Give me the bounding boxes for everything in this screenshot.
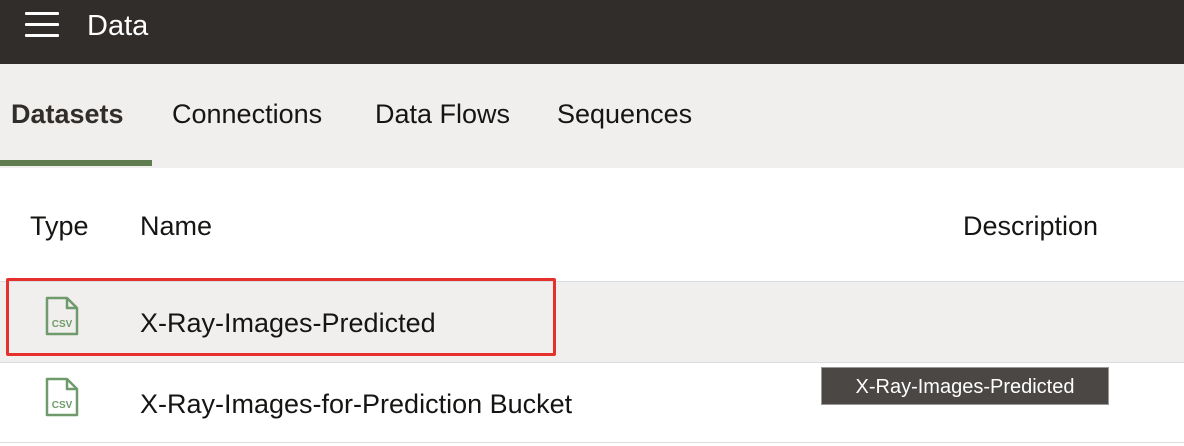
app-header: Data (0, 0, 1184, 64)
column-header-description[interactable]: Description (963, 208, 1098, 244)
tab-connections[interactable]: Connections (172, 64, 322, 168)
csv-file-icon: CSV (45, 296, 79, 336)
tooltip: X-Ray-Images-Predicted (821, 367, 1109, 405)
dataset-name[interactable]: X-Ray-Images-Predicted (140, 305, 436, 341)
svg-text:CSV: CSV (52, 400, 73, 411)
hamburger-menu-icon[interactable] (25, 12, 59, 38)
tab-sequences[interactable]: Sequences (557, 64, 692, 168)
column-header-name[interactable]: Name (140, 208, 212, 244)
page-title: Data (87, 10, 149, 42)
tab-bar: Datasets Connections Data Flows Sequence… (0, 64, 1184, 168)
svg-text:CSV: CSV (52, 319, 73, 330)
dataset-name[interactable]: X-Ray-Images-for-Prediction Bucket (140, 386, 572, 422)
csv-file-icon: CSV (45, 377, 79, 417)
tab-data-flows[interactable]: Data Flows (375, 64, 510, 168)
table-header: Type Name Description (0, 168, 1184, 282)
column-header-type[interactable]: Type (30, 208, 89, 244)
active-tab-indicator (0, 160, 152, 166)
table-row[interactable]: CSV X-Ray-Images-Predicted (0, 282, 1184, 363)
tab-datasets[interactable]: Datasets (11, 64, 124, 168)
